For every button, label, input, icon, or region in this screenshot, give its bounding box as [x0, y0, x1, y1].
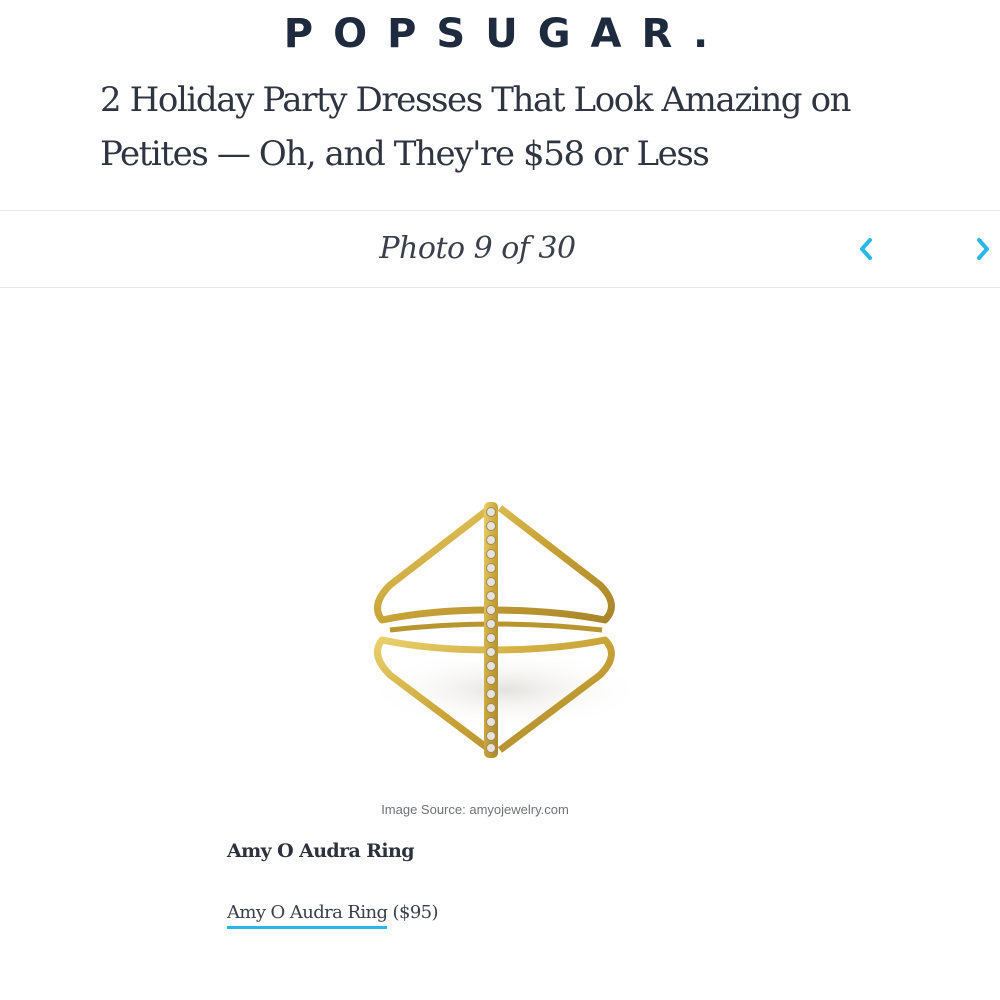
- previous-photo-button[interactable]: [848, 231, 884, 267]
- product-price-line: Amy O Audra Ring ($95): [227, 902, 439, 929]
- image-source-credit: Image Source: amyojewelry.com: [381, 802, 569, 817]
- chevron-left-icon: [860, 238, 872, 260]
- photo-counter: Photo 9 of 30: [379, 231, 576, 266]
- gallery-nav-bar: Photo 9 of 30: [0, 210, 1000, 288]
- article-headline: 2 Holiday Party Dresses That Look Amazin…: [100, 80, 852, 174]
- product-title: Amy O Audra Ring: [227, 840, 415, 862]
- site-logo[interactable]: POPSUGAR.: [0, 8, 1000, 60]
- chevron-right-icon: [977, 238, 989, 260]
- next-photo-button[interactable]: [965, 231, 1000, 267]
- product-link[interactable]: Amy O Audra Ring: [227, 902, 388, 929]
- ring-product-image: [365, 502, 645, 758]
- product-price: ($95): [387, 902, 439, 923]
